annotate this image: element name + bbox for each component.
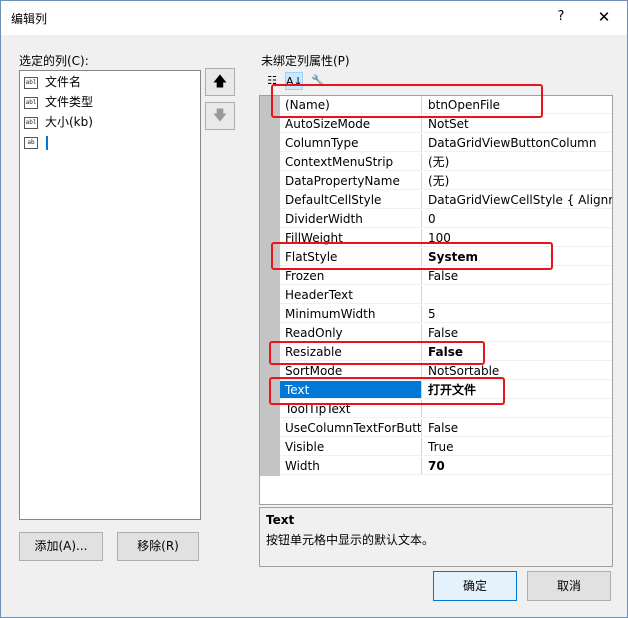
property-value[interactable]: 100 [423, 229, 612, 247]
alphabetical-sort-icon[interactable]: A↓ [285, 72, 303, 90]
list-item[interactable]: abl 大小(kb) [24, 113, 93, 131]
property-value[interactable]: (无) [423, 153, 612, 171]
ok-button[interactable]: 确定 [433, 571, 517, 601]
property-row[interactable]: (Name) btnOpenFile [280, 96, 612, 115]
property-name: Text [280, 381, 422, 399]
property-row[interactable]: SortMode NotSortable [280, 362, 612, 381]
categorized-icon[interactable]: ☷ [263, 72, 281, 90]
property-value[interactable]: False [423, 324, 612, 342]
list-item-label: 大小(kb) [45, 115, 93, 129]
property-value[interactable]: False [423, 419, 612, 437]
property-value[interactable]: False [423, 267, 612, 285]
unbound-column-properties-label: 未绑定列属性(P) [261, 54, 350, 68]
property-name: ColumnType [280, 134, 422, 152]
button-column-icon: ab [24, 136, 38, 149]
help-button[interactable]: ? [549, 5, 573, 29]
property-name: FillWeight [280, 229, 422, 247]
cancel-button[interactable]: 取消 [527, 571, 611, 601]
property-name: Resizable [280, 343, 422, 361]
property-name: ContextMenuStrip [280, 153, 422, 171]
grid-margin [260, 96, 280, 476]
property-name: SortMode [280, 362, 422, 380]
property-row[interactable]: UseColumnTextForButto False [280, 419, 612, 438]
property-row[interactable]: DataPropertyName (无) [280, 172, 612, 191]
property-grid[interactable]: (Name) btnOpenFile AutoSizeMode NotSet Colum… [259, 95, 613, 505]
property-value[interactable] [423, 400, 612, 418]
property-name: DividerWidth [280, 210, 422, 228]
property-value[interactable]: DataGridViewButtonColumn [423, 134, 612, 152]
property-row[interactable]: Text 打开文件 [280, 381, 612, 400]
property-name: MinimumWidth [280, 305, 422, 323]
description-title: Text [266, 513, 295, 527]
property-name: Visible [280, 438, 422, 456]
property-row[interactable]: AutoSizeMode NotSet [280, 115, 612, 134]
property-value[interactable]: DataGridViewCellStyle { Alignme [423, 191, 612, 209]
property-value[interactable]: True [423, 438, 612, 456]
selected-columns-list[interactable]: abl 文件名 abl 文件类型 abl 大小(kb) ab [19, 70, 201, 520]
property-name: ToolTipText [280, 400, 422, 418]
move-up-button[interactable]: 🡅 [205, 68, 235, 96]
property-row[interactable]: FillWeight 100 [280, 229, 612, 248]
property-row[interactable]: ReadOnly False [280, 324, 612, 343]
property-name: AutoSizeMode [280, 115, 422, 133]
property-row[interactable]: HeaderText [280, 286, 612, 305]
property-value[interactable]: (无) [423, 172, 612, 190]
property-description-pane: Text 按钮单元格中显示的默认文本。 [259, 507, 613, 567]
property-value[interactable]: NotSet [423, 115, 612, 133]
property-name: DefaultCellStyle [280, 191, 422, 209]
add-button[interactable]: 添加(A)... [19, 532, 103, 561]
property-row[interactable]: DividerWidth 0 [280, 210, 612, 229]
property-row[interactable]: Width 70 [280, 457, 612, 476]
wrench-icon[interactable]: 🔧 [309, 72, 327, 90]
property-name: HeaderText [280, 286, 422, 304]
description-text: 按钮单元格中显示的默认文本。 [266, 533, 435, 547]
property-value[interactable]: 0 [423, 210, 612, 228]
property-row[interactable]: ContextMenuStrip (无) [280, 153, 612, 172]
property-value[interactable]: NotSortable [423, 362, 612, 380]
property-name: Width [280, 457, 422, 475]
property-value[interactable] [423, 286, 612, 304]
textbox-column-icon: abl [24, 116, 38, 129]
list-item[interactable]: abl 文件名 [24, 73, 81, 91]
property-name: UseColumnTextForButto [280, 419, 422, 437]
property-row[interactable]: ToolTipText [280, 400, 612, 419]
edit-columns-dialog: 编辑列 ? ✕ 选定的列(C): abl 文件名 abl 文件类型 abl 大小(kb… [0, 0, 628, 618]
move-down-button[interactable]: 🡇 [205, 102, 235, 130]
textbox-column-icon: abl [24, 96, 38, 109]
property-grid-toolbar: ☷ A↓ 🔧 [261, 70, 341, 92]
property-row[interactable]: ColumnType DataGridViewButtonColumn [280, 134, 612, 153]
property-row[interactable]: Resizable False [280, 343, 612, 362]
property-value[interactable]: 70 [423, 457, 612, 475]
title-bar: 编辑列 ? ✕ [1, 1, 627, 35]
property-value[interactable]: System [423, 248, 612, 266]
property-value[interactable]: btnOpenFile [423, 96, 612, 114]
selected-columns-label: 选定的列(C): [19, 54, 89, 68]
list-item[interactable]: ab [24, 133, 48, 151]
arrow-down-icon: 🡇 [212, 108, 228, 124]
property-row[interactable]: Frozen False [280, 267, 612, 286]
property-name: DataPropertyName [280, 172, 422, 190]
dialog-title: 编辑列 [11, 12, 48, 26]
text-cursor [46, 135, 48, 150]
property-name: (Name) [280, 96, 422, 114]
property-value[interactable]: False [423, 343, 612, 361]
property-name: FlatStyle [280, 248, 422, 266]
list-item-label: 文件类型 [45, 95, 94, 109]
remove-button[interactable]: 移除(R) [117, 532, 199, 561]
list-item-label: 文件名 [45, 75, 82, 89]
property-row[interactable]: Visible True [280, 438, 612, 457]
close-button[interactable]: ✕ [591, 5, 617, 29]
property-name: ReadOnly [280, 324, 422, 342]
property-row[interactable]: MinimumWidth 5 [280, 305, 612, 324]
arrow-up-icon: 🡅 [212, 74, 228, 90]
list-item[interactable]: abl 文件类型 [24, 93, 93, 111]
property-value[interactable]: 打开文件 [423, 381, 612, 399]
property-name: Frozen [280, 267, 422, 285]
property-row[interactable]: DefaultCellStyle DataGridViewCellStyle { … [280, 191, 612, 210]
textbox-column-icon: abl [24, 76, 38, 89]
property-row[interactable]: FlatStyle System [280, 248, 612, 267]
property-value[interactable]: 5 [423, 305, 612, 323]
